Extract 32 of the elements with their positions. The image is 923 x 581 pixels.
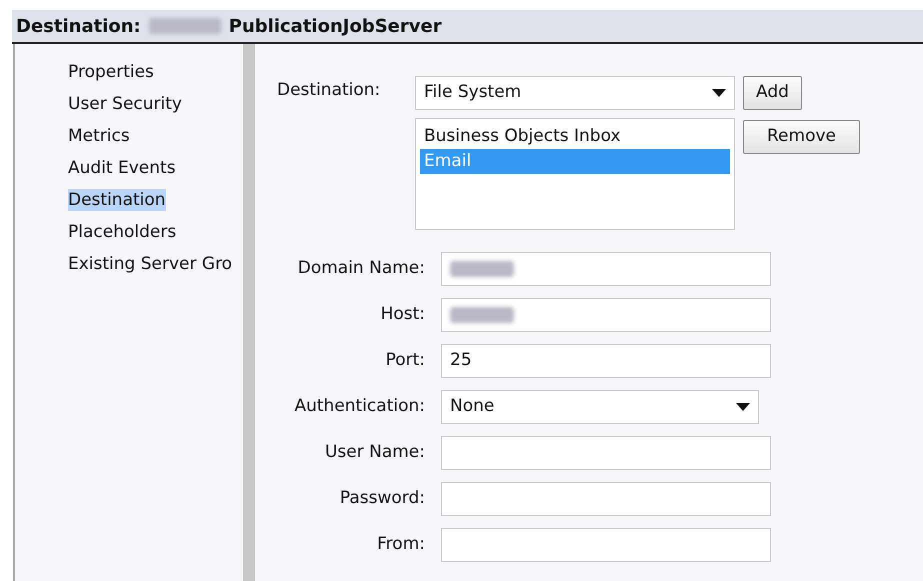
- field-label: Host:: [380, 303, 425, 326]
- input-field[interactable]: [441, 298, 771, 332]
- caret-icon: [736, 403, 750, 411]
- remove-button[interactable]: Remove: [743, 120, 860, 154]
- field-label: Domain Name:: [296, 257, 425, 280]
- splitter-bar[interactable]: [243, 44, 255, 581]
- list-item[interactable]: Business Objects Inbox: [420, 124, 730, 149]
- window-title: Destination:: [16, 14, 141, 38]
- field-label: User Name:: [324, 441, 425, 464]
- destination-dropdown[interactable]: File System: [415, 76, 735, 110]
- field-label: Password:: [338, 487, 425, 510]
- caret-icon: [712, 89, 726, 97]
- sidebar-item[interactable]: Metrics: [68, 125, 130, 147]
- destination-listbox[interactable]: Business Objects Inbox Email: [415, 118, 735, 230]
- sidebar-item[interactable]: Placeholders: [68, 221, 176, 243]
- input-field[interactable]: [441, 252, 771, 286]
- input-field[interactable]: [441, 436, 771, 470]
- dropdown-field[interactable]: None: [441, 390, 759, 424]
- sidebar-item[interactable]: Properties: [68, 61, 154, 83]
- add-button[interactable]: Add: [743, 76, 802, 110]
- sidebar-item[interactable]: Existing Server Gro: [68, 253, 232, 275]
- field-label: From:: [376, 533, 425, 556]
- window-title: PublicationJobServer: [228, 14, 442, 38]
- sidebar-item[interactable]: Destination: [68, 189, 166, 211]
- input-field[interactable]: 25: [441, 344, 771, 378]
- input-field[interactable]: [441, 528, 771, 562]
- sidebar-item[interactable]: Audit Events: [68, 157, 176, 179]
- sidebar-item[interactable]: User Security: [68, 93, 182, 115]
- destination-label: Destination:: [277, 79, 382, 102]
- field-label: Authentication:: [293, 395, 425, 418]
- input-field[interactable]: [441, 482, 771, 516]
- field-label: Port:: [384, 349, 425, 372]
